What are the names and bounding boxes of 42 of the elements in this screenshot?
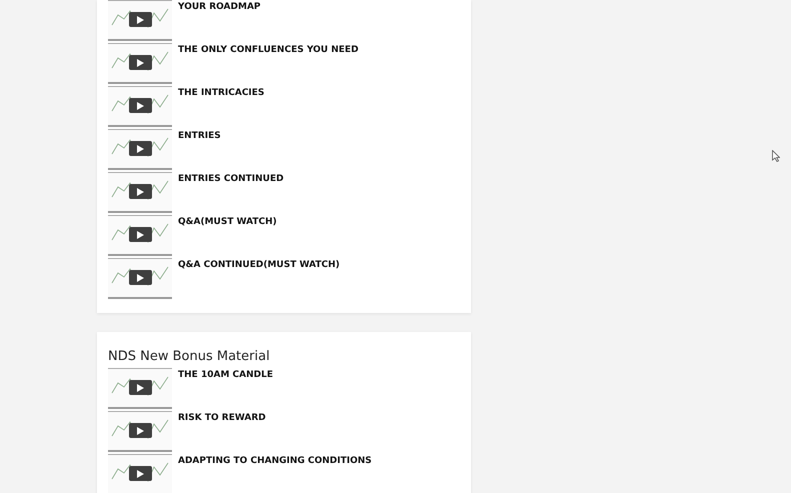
lesson-title[interactable]: ADAPTING TO CHANGING CONDITIONS bbox=[178, 454, 372, 466]
video-thumbnail[interactable] bbox=[108, 129, 172, 170]
play-button[interactable] bbox=[129, 270, 152, 285]
play-icon bbox=[137, 144, 144, 152]
video-thumbnail[interactable] bbox=[108, 454, 172, 493]
video-thumbnail[interactable] bbox=[108, 411, 172, 452]
video-thumbnail[interactable] bbox=[108, 258, 172, 299]
video-thumbnail[interactable] bbox=[108, 0, 172, 41]
play-button[interactable] bbox=[129, 184, 152, 199]
play-button[interactable] bbox=[129, 423, 152, 438]
play-icon bbox=[137, 58, 144, 66]
video-thumbnail[interactable] bbox=[108, 172, 172, 213]
lesson-title[interactable]: ENTRIES CONTINUED bbox=[178, 172, 284, 184]
lesson-title[interactable]: Q&A CONTINUED(MUST WATCH) bbox=[178, 258, 340, 270]
play-button[interactable] bbox=[129, 466, 152, 481]
play-icon bbox=[137, 16, 144, 24]
lesson-title[interactable]: YOUR ROADMAP bbox=[178, 0, 261, 12]
play-icon bbox=[137, 274, 144, 282]
play-icon bbox=[137, 426, 144, 434]
play-icon bbox=[137, 470, 144, 478]
lesson-title[interactable]: THE 10AM CANDLE bbox=[178, 368, 273, 380]
lesson-title[interactable]: ENTRIES bbox=[178, 129, 221, 141]
lesson-title[interactable]: THE INTRICACIES bbox=[178, 86, 264, 98]
lesson-title[interactable]: Q&A(MUST WATCH) bbox=[178, 215, 277, 227]
video-thumbnail[interactable] bbox=[108, 215, 172, 256]
play-icon bbox=[137, 230, 144, 238]
play-button[interactable] bbox=[129, 98, 152, 113]
play-icon bbox=[137, 102, 144, 110]
play-button[interactable] bbox=[129, 12, 152, 27]
play-button[interactable] bbox=[129, 227, 152, 242]
play-icon bbox=[137, 384, 144, 392]
video-thumbnail[interactable] bbox=[108, 368, 172, 409]
lesson-title[interactable]: RISK TO REWARD bbox=[178, 411, 266, 423]
cursor-icon bbox=[772, 150, 780, 162]
play-button[interactable] bbox=[129, 55, 152, 70]
lesson-title[interactable]: THE ONLY CONFLUENCES YOU NEED bbox=[178, 43, 358, 55]
play-button[interactable] bbox=[129, 141, 152, 156]
play-button[interactable] bbox=[129, 380, 152, 395]
video-thumbnail[interactable] bbox=[108, 43, 172, 84]
section-heading: NDS New Bonus Material bbox=[108, 349, 271, 364]
play-icon bbox=[137, 188, 144, 196]
video-thumbnail[interactable] bbox=[108, 86, 172, 127]
